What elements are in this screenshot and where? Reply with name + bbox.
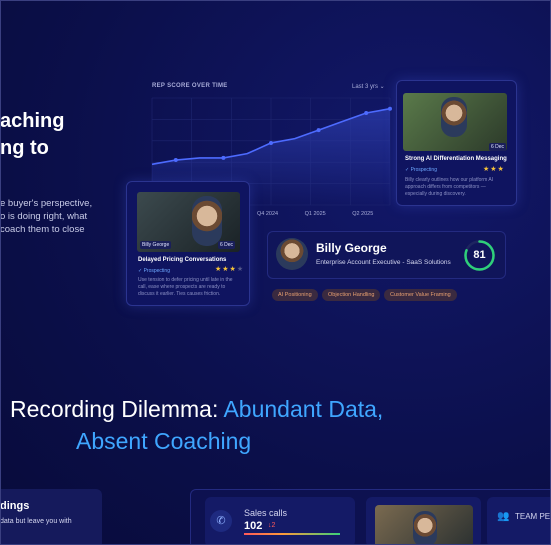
chart-point: [221, 155, 226, 160]
duration-chip: 6 Dec: [218, 241, 236, 249]
insight-title: Strong AI Differentiation Messaging: [405, 156, 507, 162]
insight-title: Delayed Pricing Conversations: [138, 257, 227, 263]
rep-name: Billy George: [316, 241, 387, 255]
feature-card-title: dings: [0, 500, 30, 512]
section-headline: Recording Dilemma: Abundant Data,: [10, 396, 383, 423]
chart-point: [316, 128, 321, 133]
insight-text: Use tension to defer pricing until late …: [138, 277, 233, 297]
feature-card-text: data but leave you with: [0, 518, 72, 525]
team-icon: 👥: [497, 511, 510, 522]
headline-accent: Abundant Data,: [223, 396, 384, 422]
skill-tag[interactable]: Objection Handling: [322, 289, 381, 301]
speaker-avatar: [413, 511, 437, 545]
hero-heading-line-2: ng to: [0, 137, 49, 159]
speaker-name-chip: Billy George: [140, 241, 172, 249]
insight-text: Billy clearly outlines how our platform …: [405, 177, 494, 197]
star-icon: ★: [236, 266, 245, 273]
insight-tag: ✓ Prospecting: [138, 268, 170, 274]
chart-x-tick-label: Q1 2025: [305, 211, 326, 217]
speaker-avatar: [441, 97, 467, 137]
hero-heading-line-1: aching: [0, 110, 65, 132]
star-rating: ★★★: [483, 165, 505, 173]
sales-calls-bar: [244, 533, 340, 535]
chart-point: [388, 106, 392, 111]
headline-part-1: Recording Dilemma:: [10, 396, 224, 422]
chart-title: REP SCORE OVER TIME: [152, 83, 228, 89]
insight-tag: ✓ Prospecting: [405, 167, 437, 173]
chart-point: [173, 158, 178, 163]
sales-calls-delta: ↓2: [268, 522, 276, 529]
sales-calls-value: 102: [244, 520, 263, 532]
skill-tag[interactable]: Customer Value Framing: [384, 289, 457, 301]
chart-x-tick-label: Q4 2024: [257, 211, 278, 217]
feature-card-left: [0, 489, 102, 545]
chart-period-select[interactable]: Last 3 yrs ⌄: [352, 83, 385, 90]
team-label: TEAM PE: [515, 512, 551, 521]
chart-point: [364, 110, 369, 115]
hero-description: e buyer's perspective, o is doing right,…: [0, 198, 93, 235]
avatar: [276, 238, 308, 270]
skill-tag[interactable]: AI Positioning: [272, 289, 318, 301]
star-icon: ★★★: [483, 166, 505, 173]
phone-icon: ✆: [210, 510, 232, 532]
rep-score-value: 81: [473, 249, 486, 261]
duration-chip: 6 Dec: [489, 143, 507, 151]
star-icon: ★★★: [215, 266, 237, 273]
speaker-avatar: [192, 196, 222, 246]
rep-role: Enterprise Account Executive - SaaS Solu…: [316, 259, 451, 266]
sales-calls-label: Sales calls: [244, 508, 288, 518]
headline-part-2: Absent Coaching: [76, 428, 252, 454]
chart-point: [269, 140, 273, 145]
star-rating: ★★★★: [215, 265, 244, 273]
video-thumbnail[interactable]: [375, 505, 473, 545]
chart-x-tick-label: Q2 2025: [352, 211, 373, 217]
